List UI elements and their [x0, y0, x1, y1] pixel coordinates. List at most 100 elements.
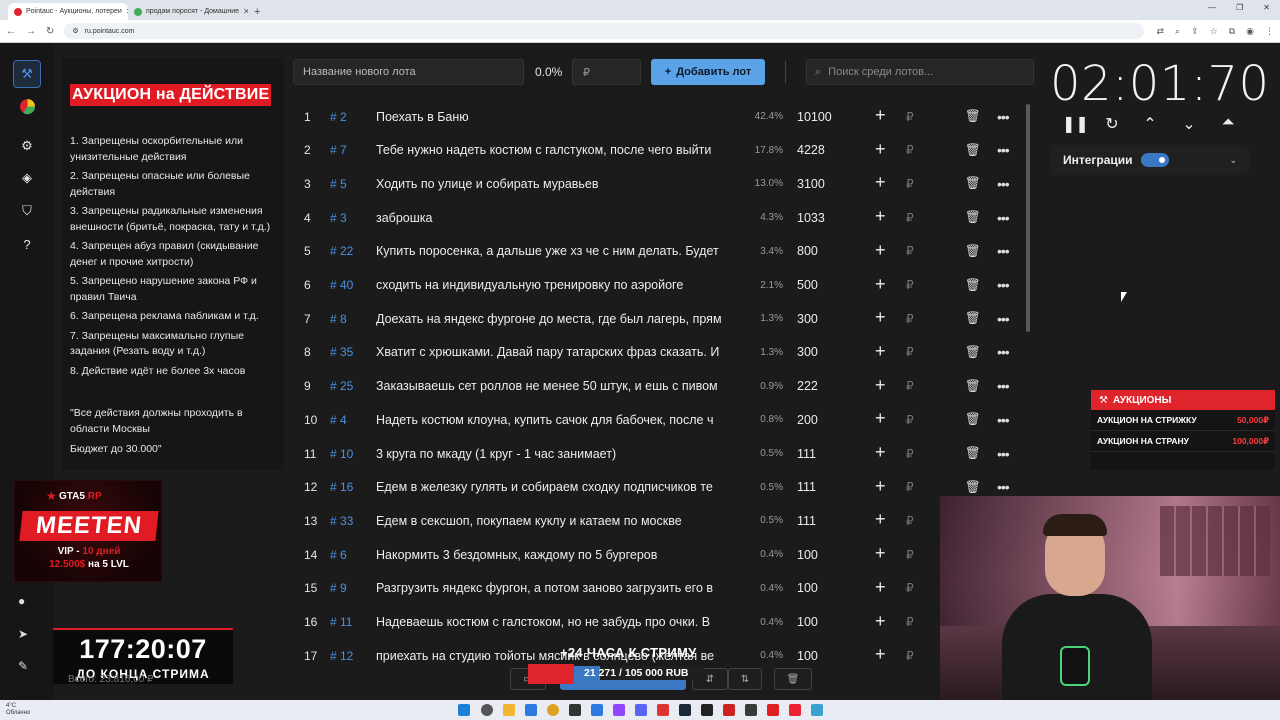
ruble-icon[interactable]: ₽	[906, 447, 914, 461]
lot-name[interactable]: Накормить 3 бездомных, каждому по 5 бург…	[376, 548, 737, 562]
lot-id[interactable]: # 10	[330, 447, 353, 461]
table-row[interactable]: 6 # 40 сходить на индивидуальную тренировк…	[293, 269, 1018, 302]
lot-amount[interactable]: 222	[797, 379, 818, 393]
chrome-icon[interactable]	[547, 704, 559, 716]
table-row[interactable]: 10 # 4 Надеть костюм клоуна, купить сачок …	[293, 403, 1018, 436]
ruble-icon[interactable]: ₽	[906, 649, 914, 663]
browser-tab-porosyata[interactable]: продам поросят - Домашние ✕	[128, 3, 248, 20]
lot-name[interactable]: Ходить по улице и собирать муравьев	[376, 177, 737, 191]
start-icon[interactable]	[458, 704, 470, 716]
ruble-icon[interactable]: ₽	[906, 278, 914, 292]
more-icon[interactable]: •••	[997, 446, 1010, 462]
lot-amount[interactable]: 800	[797, 244, 818, 258]
lot-name[interactable]: Доехать на яндекс фургоне до места, где …	[376, 312, 737, 326]
lot-name[interactable]: Хватит с хрюшками. Давай пару татарских …	[376, 345, 737, 359]
lot-name[interactable]: Надеть костюм клоуна, купить сачок для б…	[376, 413, 737, 427]
lot-id[interactable]: # 7	[330, 143, 347, 157]
chevron-down-icon[interactable]: ⌄	[1229, 155, 1237, 166]
add-amount-icon[interactable]: +	[875, 577, 886, 598]
more-icon[interactable]: •••	[997, 311, 1010, 327]
lot-id[interactable]: # 3	[330, 211, 347, 225]
site-info-icon[interactable]: ⚙	[72, 27, 78, 35]
share-icon[interactable]: ⇪	[1191, 26, 1199, 37]
table-row[interactable]: 5 # 22 Купить поросенка, а дальше уже хз ч…	[293, 235, 1018, 268]
add-amount-icon[interactable]: +	[875, 375, 886, 396]
app-icon[interactable]	[767, 704, 779, 716]
lot-id[interactable]: # 33	[330, 514, 353, 528]
app-icon[interactable]	[701, 704, 713, 716]
ruble-icon[interactable]: ₽	[906, 581, 914, 595]
lot-amount[interactable]: 4228	[797, 143, 825, 157]
lot-id[interactable]: # 5	[330, 177, 347, 191]
ruble-icon[interactable]: ₽	[906, 480, 914, 494]
double-up-icon[interactable]: ⏶	[1217, 114, 1239, 132]
integrations-panel[interactable]: Интеграции ⌄	[1051, 145, 1249, 175]
menu-icon[interactable]: ⋮	[1265, 26, 1274, 37]
ruble-icon[interactable]: ₽	[906, 177, 914, 191]
telegram-icon[interactable]: ➤	[18, 627, 28, 641]
add-amount-icon[interactable]: +	[875, 476, 886, 497]
add-amount-icon[interactable]: +	[875, 139, 886, 160]
delete-icon[interactable]: 🗑	[965, 311, 981, 326]
translate-icon[interactable]: ⇄	[1156, 26, 1164, 37]
minimize-button[interactable]: —	[1208, 3, 1216, 12]
more-icon[interactable]: •••	[997, 109, 1010, 125]
lot-name[interactable]: 3 круга по мкаду (1 круг - 1 час занимае…	[376, 447, 737, 461]
help-icon[interactable]: ?	[17, 234, 37, 254]
lot-id[interactable]: # 22	[330, 244, 353, 258]
lot-amount[interactable]: 100	[797, 615, 818, 629]
app-icon[interactable]	[569, 704, 581, 716]
table-row[interactable]: 16 # 11 Надеваешь костюм с галстоком, но н…	[293, 606, 1018, 639]
delete-icon[interactable]: 🗑	[965, 480, 981, 495]
delete-icon[interactable]: 🗑	[965, 345, 981, 360]
add-amount-icon[interactable]: +	[875, 206, 886, 227]
app-icon[interactable]	[525, 704, 537, 716]
add-amount-icon[interactable]: +	[875, 341, 886, 362]
ruble-icon[interactable]: ₽	[906, 548, 914, 562]
donate-icon[interactable]: ✎	[18, 659, 28, 673]
lot-id[interactable]: # 4	[330, 413, 347, 427]
more-icon[interactable]: •••	[997, 378, 1010, 394]
lot-amount[interactable]: 300	[797, 345, 818, 359]
shield-icon[interactable]: ⛉	[17, 201, 37, 221]
add-amount-icon[interactable]: +	[875, 509, 886, 530]
lot-amount[interactable]: 111	[797, 514, 816, 528]
lot-id[interactable]: # 25	[330, 379, 353, 393]
profile-icon[interactable]: ◉	[1246, 26, 1254, 37]
steam-icon[interactable]	[679, 704, 691, 716]
search-icon[interactable]	[481, 704, 493, 716]
table-row[interactable]: 2 # 7 Тебе нужно надеть костюм с галстуком…	[293, 134, 1018, 167]
github-icon[interactable]: ●	[18, 594, 25, 608]
table-row[interactable]: 13 # 33 Едем в сексшоп, покупаем куклу и к…	[293, 504, 1018, 537]
table-row[interactable]: 3 # 5 Ходить по улице и собирать муравьев 1…	[293, 167, 1018, 200]
more-icon[interactable]: •••	[997, 210, 1010, 226]
weather-widget[interactable]: 4°C Облачно	[6, 703, 30, 717]
lot-amount[interactable]: 100	[797, 581, 818, 595]
maximize-button[interactable]: ❐	[1236, 3, 1243, 12]
app-icon[interactable]	[657, 704, 669, 716]
zoom-icon[interactable]: ⌕	[1175, 26, 1180, 37]
delete-icon[interactable]: 🗑	[965, 412, 981, 427]
more-icon[interactable]: •••	[997, 479, 1010, 495]
ruble-icon[interactable]: ₽	[906, 244, 914, 258]
app-icon[interactable]	[723, 704, 735, 716]
table-row[interactable]: 11 # 10 3 круга по мкаду (1 круг - 1 час з…	[293, 437, 1018, 470]
discord-icon[interactable]	[635, 704, 647, 716]
chevron-up-icon[interactable]: ⌃	[1139, 114, 1161, 134]
add-amount-icon[interactable]: +	[875, 611, 886, 632]
back-icon[interactable]: ←	[6, 26, 16, 37]
delete-icon[interactable]: 🗑	[965, 446, 981, 461]
table-row[interactable]: 8 # 35 Хватит с хрюшками. Давай пару татар…	[293, 336, 1018, 369]
app-icon[interactable]	[789, 704, 801, 716]
delete-icon[interactable]: 🗑	[965, 109, 981, 124]
add-amount-icon[interactable]: +	[875, 240, 886, 261]
forward-icon[interactable]: →	[26, 26, 36, 37]
ruble-icon[interactable]: ₽	[906, 211, 914, 225]
lot-search-input[interactable]: ⌕ Поиск среди лотов...	[806, 59, 1034, 85]
chevron-down-icon[interactable]: ⌄	[1178, 114, 1200, 134]
more-icon[interactable]: •••	[997, 176, 1010, 192]
ruble-icon[interactable]: ₽	[906, 312, 914, 326]
lot-amount[interactable]: 500	[797, 278, 818, 292]
ruble-icon[interactable]: ₽	[906, 514, 914, 528]
close-window-button[interactable]: ✕	[1263, 3, 1270, 12]
